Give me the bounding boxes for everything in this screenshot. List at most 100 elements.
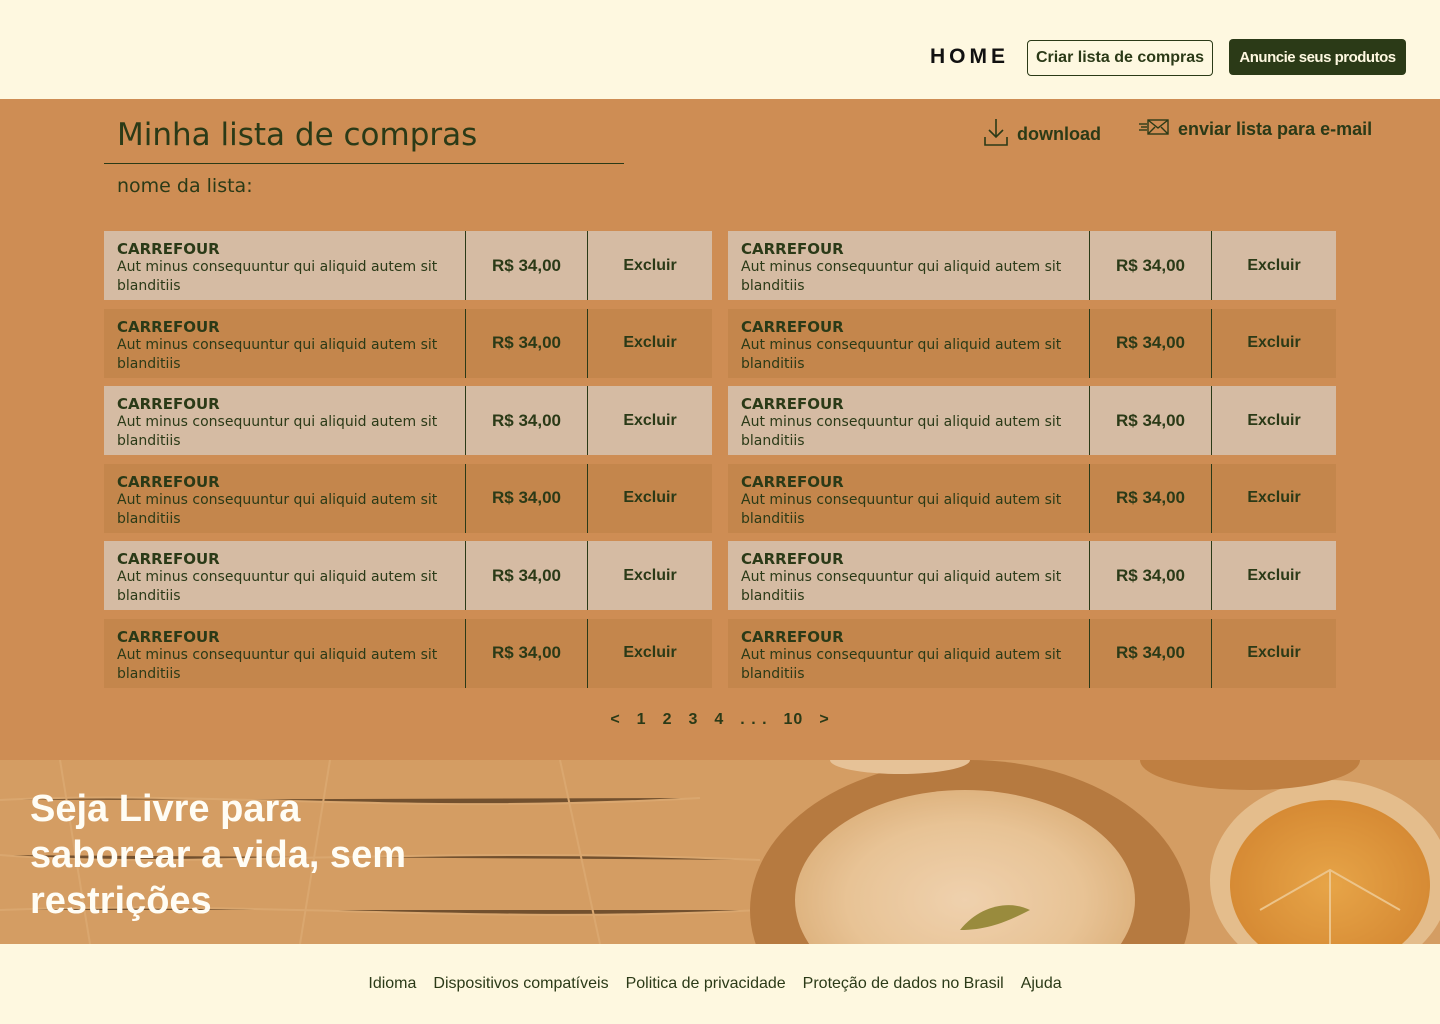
delete-item-button[interactable]: Excluir <box>1212 619 1336 688</box>
item-price: R$ 34,00 <box>466 541 588 610</box>
delete-item-button[interactable]: Excluir <box>1212 386 1336 455</box>
pagination-page-10[interactable]: 10 <box>784 711 804 729</box>
title-underline: Minha lista de compras <box>104 117 624 164</box>
list-item: CARREFOUR Aut minus consequuntur qui aliq… <box>104 386 712 455</box>
send-email-action[interactable]: enviar lista para e-mail <box>1138 117 1372 142</box>
item-price: R$ 34,00 <box>1090 618 1212 688</box>
item-description: Aut minus consequuntur qui aliquid autem… <box>117 569 438 604</box>
hero-banner: Seja Livre para saborear a vida, sem res… <box>0 760 1440 944</box>
shopping-list-section: Minha lista de compras nome da lista: do… <box>0 99 1440 760</box>
list-name-label[interactable]: nome da lista: <box>117 175 253 197</box>
footer-link-help[interactable]: Ajuda <box>1021 975 1062 993</box>
item-info: CARREFOUR Aut minus consequuntur qui aliq… <box>104 618 466 688</box>
pagination-ellipsis: . . . <box>740 711 768 728</box>
download-action[interactable]: download <box>983 117 1101 152</box>
list-item: CARREFOUR Aut minus consequuntur qui aliq… <box>728 231 1336 300</box>
footer-link-language[interactable]: Idioma <box>368 975 416 993</box>
item-price: R$ 34,00 <box>466 231 588 300</box>
item-description: Aut minus consequuntur qui aliquid autem… <box>741 259 1062 294</box>
pagination-page-1[interactable]: 1 <box>637 711 647 729</box>
list-item: CARREFOUR Aut minus consequuntur qui aliq… <box>728 463 1336 533</box>
item-store-name: CARREFOUR <box>741 395 844 413</box>
delete-item-button[interactable]: Excluir <box>588 309 712 378</box>
delete-item-button[interactable]: Excluir <box>1212 231 1336 300</box>
item-store-name: CARREFOUR <box>117 550 220 568</box>
item-store-name: CARREFOUR <box>741 550 844 568</box>
item-description: Aut minus consequuntur qui aliquid autem… <box>741 569 1062 604</box>
item-price: R$ 34,00 <box>466 463 588 533</box>
item-price: R$ 34,00 <box>1090 308 1212 378</box>
list-item: CARREFOUR Aut minus consequuntur qui aliq… <box>728 308 1336 378</box>
item-info: CARREFOUR Aut minus consequuntur qui aliq… <box>104 308 466 378</box>
pagination-page-4[interactable]: 4 <box>714 711 724 729</box>
item-store-name: CARREFOUR <box>741 627 844 646</box>
item-store-name: CARREFOUR <box>741 472 844 491</box>
item-description: Aut minus consequuntur qui aliquid autem… <box>117 414 438 449</box>
delete-item-button[interactable]: Excluir <box>588 464 712 533</box>
pagination-page-2[interactable]: 2 <box>663 711 673 729</box>
footer-link-privacy-policy[interactable]: Politica de privacidade <box>626 975 786 993</box>
items-column-right: CARREFOUR Aut minus consequuntur qui aliq… <box>728 231 1336 696</box>
nav-home-link[interactable]: HOME <box>930 45 1009 69</box>
pagination: < 1 2 3 4 . . . 10 > <box>0 711 1440 729</box>
item-info: CARREFOUR Aut minus consequuntur qui aliq… <box>728 618 1090 688</box>
item-info: CARREFOUR Aut minus consequuntur qui aliq… <box>728 308 1090 378</box>
list-item: CARREFOUR Aut minus consequuntur qui aliq… <box>728 618 1336 688</box>
delete-item-button[interactable]: Excluir <box>1212 541 1336 610</box>
item-info: CARREFOUR Aut minus consequuntur qui aliq… <box>728 463 1090 533</box>
email-label: enviar lista para e-mail <box>1178 119 1373 139</box>
item-store-name: CARREFOUR <box>117 627 220 646</box>
delete-item-button[interactable]: Excluir <box>588 619 712 688</box>
item-description: Aut minus consequuntur qui aliquid autem… <box>117 259 438 294</box>
footer: Idioma Dispositivos compatíveis Politica… <box>0 944 1440 1024</box>
delete-item-button[interactable]: Excluir <box>1212 464 1336 533</box>
advertise-products-button[interactable]: Anuncie seus produtos <box>1229 39 1406 75</box>
items-column-left: CARREFOUR Aut minus consequuntur qui aliq… <box>104 231 712 696</box>
item-store-name: CARREFOUR <box>741 317 844 336</box>
item-info: CARREFOUR Aut minus consequuntur qui aliq… <box>104 231 466 300</box>
download-label: download <box>1017 124 1101 144</box>
list-item: CARREFOUR Aut minus consequuntur qui aliq… <box>104 618 712 688</box>
item-price: R$ 34,00 <box>466 386 588 455</box>
list-item: CARREFOUR Aut minus consequuntur qui aliq… <box>104 231 712 300</box>
item-store-name: CARREFOUR <box>117 472 220 491</box>
pagination-page-3[interactable]: 3 <box>688 711 698 729</box>
item-store-name: CARREFOUR <box>741 240 844 258</box>
list-item: CARREFOUR Aut minus consequuntur qui aliq… <box>104 463 712 533</box>
item-store-name: CARREFOUR <box>117 317 220 336</box>
banner-headline: Seja Livre para saborear a vida, sem res… <box>30 788 406 922</box>
item-price: R$ 34,00 <box>466 618 588 688</box>
footer-link-data-protection[interactable]: Proteção de dados no Brasil <box>803 975 1004 993</box>
item-description: Aut minus consequuntur qui aliquid autem… <box>117 646 438 682</box>
download-icon <box>983 117 1009 152</box>
item-price: R$ 34,00 <box>466 308 588 378</box>
delete-item-button[interactable]: Excluir <box>1212 309 1336 378</box>
item-description: Aut minus consequuntur qui aliquid autem… <box>741 414 1062 449</box>
header: HOME Criar lista de compras Anuncie seus… <box>0 0 1440 99</box>
item-info: CARREFOUR Aut minus consequuntur qui aliq… <box>104 386 466 455</box>
delete-item-button[interactable]: Excluir <box>588 541 712 610</box>
item-store-name: CARREFOUR <box>117 240 220 258</box>
email-send-icon <box>1138 117 1170 142</box>
pagination-prev-button[interactable]: < <box>610 711 620 729</box>
item-price: R$ 34,00 <box>1090 231 1212 300</box>
item-info: CARREFOUR Aut minus consequuntur qui aliq… <box>104 541 466 610</box>
create-list-button[interactable]: Criar lista de compras <box>1027 40 1213 76</box>
item-store-name: CARREFOUR <box>117 395 220 413</box>
pagination-next-button[interactable]: > <box>819 711 829 729</box>
item-info: CARREFOUR Aut minus consequuntur qui aliq… <box>728 231 1090 300</box>
list-item: CARREFOUR Aut minus consequuntur qui aliq… <box>104 308 712 378</box>
delete-item-button[interactable]: Excluir <box>588 386 712 455</box>
item-description: Aut minus consequuntur qui aliquid autem… <box>117 491 438 527</box>
page-title: Minha lista de compras <box>117 117 478 153</box>
item-description: Aut minus consequuntur qui aliquid autem… <box>741 491 1062 527</box>
delete-item-button[interactable]: Excluir <box>588 231 712 300</box>
item-description: Aut minus consequuntur qui aliquid autem… <box>741 646 1062 682</box>
list-item: CARREFOUR Aut minus consequuntur qui aliq… <box>728 386 1336 455</box>
item-description: Aut minus consequuntur qui aliquid autem… <box>741 336 1062 372</box>
item-info: CARREFOUR Aut minus consequuntur qui aliq… <box>728 541 1090 610</box>
item-description: Aut minus consequuntur qui aliquid autem… <box>117 336 438 372</box>
item-info: CARREFOUR Aut minus consequuntur qui aliq… <box>104 463 466 533</box>
footer-link-compatible-devices[interactable]: Dispositivos compatíveis <box>433 975 608 993</box>
item-info: CARREFOUR Aut minus consequuntur qui aliq… <box>728 386 1090 455</box>
